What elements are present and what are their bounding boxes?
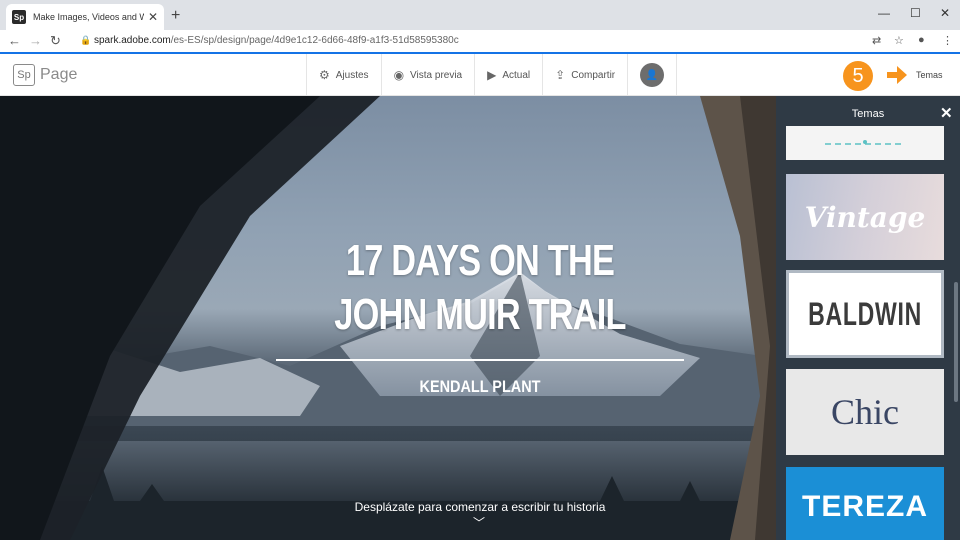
title-divider (276, 359, 684, 361)
theme-name: TEREZA (802, 490, 928, 523)
actual-button[interactable]: ▶ Actual (474, 54, 542, 96)
arrow-right-icon (887, 66, 907, 84)
share-icon: ⇪ (555, 68, 566, 82)
translate-icon[interactable]: ⇄ (872, 34, 881, 47)
lock-icon: 🔒 (80, 35, 92, 45)
bookmark-star-icon[interactable]: ☆ (894, 34, 904, 47)
ornament-icon (825, 140, 905, 145)
theme-card-vintage[interactable]: Vintage (786, 174, 944, 260)
vista-previa-button[interactable]: ◉ Vista previa (380, 54, 475, 96)
temas-button[interactable]: Temas (916, 70, 943, 80)
menu-dots-icon[interactable]: ⋮ (942, 34, 953, 47)
themes-panel: Temas ✕ Vintage BALDWIN Chic TEREZA (776, 96, 960, 540)
theme-card-tereza[interactable]: TEREZA (786, 467, 944, 540)
play-icon: ▶ (487, 68, 497, 82)
vista-previa-label: Vista previa (410, 69, 463, 81)
compartir-label: Compartir (571, 69, 616, 81)
new-tab-button[interactable]: + (171, 7, 180, 25)
toolbar-actions: ⚙ Ajustes ◉ Vista previa ▶ Actual ⇪ Comp… (306, 54, 678, 96)
browser-tab[interactable]: Sp Make Images, Videos and Web S ✕ (6, 4, 164, 30)
theme-name: BALDWIN (808, 295, 922, 332)
address-bar-row: ← → ↻ 🔒 spark.adobe.com/es-ES/sp/design/… (0, 30, 960, 52)
profile-icon[interactable]: ● (918, 34, 925, 46)
theme-name: Vintage (804, 200, 926, 234)
ajustes-button[interactable]: ⚙ Ajustes (306, 54, 381, 96)
theme-card-baldwin[interactable]: BALDWIN (786, 270, 944, 358)
app-name: Page (40, 66, 78, 83)
compartir-button[interactable]: ⇪ Compartir (542, 54, 627, 96)
tab-title: Make Images, Videos and Web S (33, 12, 144, 22)
forward-icon[interactable]: → (29, 33, 42, 48)
theme-card-partial[interactable] (786, 126, 944, 160)
browser-tab-bar: Sp Make Images, Videos and Web S ✕ + — ☐… (0, 0, 960, 30)
close-window-icon[interactable]: ✕ (940, 6, 950, 20)
url-field[interactable]: 🔒 spark.adobe.com/es-ES/sp/design/page/4… (68, 32, 860, 50)
actual-label: Actual (502, 69, 531, 81)
maximize-icon[interactable]: ☐ (910, 6, 921, 20)
back-icon[interactable]: ← (8, 33, 21, 48)
minimize-icon[interactable]: — (878, 6, 890, 20)
story-author[interactable]: KENDALL PLANT (353, 377, 608, 397)
spark-logo-icon: Sp (13, 64, 35, 86)
spark-favicon-icon: Sp (12, 10, 26, 24)
themes-panel-title: Temas (851, 108, 885, 120)
tab-close-icon[interactable]: ✕ (148, 10, 158, 24)
gear-icon: ⚙ (319, 68, 330, 82)
theme-name: Chic (831, 392, 899, 432)
collaborator-icon: 👤 (640, 63, 665, 87)
collaborate-button[interactable]: 👤 (627, 54, 678, 96)
chevron-down-icon[interactable]: ﹀ (473, 514, 485, 531)
panel-scrollbar[interactable] (954, 282, 958, 402)
hero-section: 17 DAYS ON THE JOHN MUIR TRAIL KENDALL P… (0, 96, 776, 540)
app-toolbar: Sp Page ⚙ Ajustes ◉ Vista previa ▶ Actua… (0, 54, 960, 96)
step-badge: 5 (843, 61, 873, 91)
ajustes-label: Ajustes (335, 69, 369, 81)
scroll-hint: Desplázate para comenzar a escribir tu h… (354, 500, 606, 514)
story-title[interactable]: 17 DAYS ON THE JOHN MUIR TRAIL (308, 234, 651, 342)
theme-card-chic[interactable]: Chic (786, 369, 944, 455)
close-icon[interactable]: ✕ (940, 104, 953, 122)
reload-icon[interactable]: ↻ (50, 33, 61, 49)
url-text: spark.adobe.com/es-ES/sp/design/page/4d9… (94, 35, 459, 46)
eye-icon: ◉ (393, 68, 405, 82)
